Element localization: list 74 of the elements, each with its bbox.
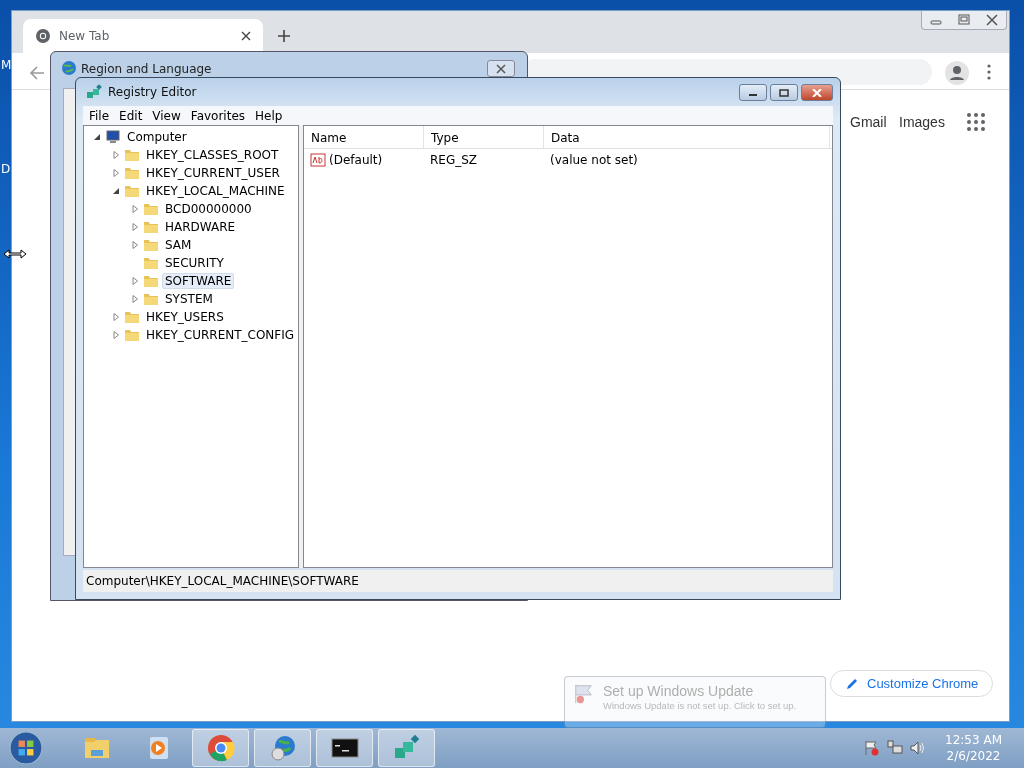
taskbar-button[interactable] — [316, 729, 373, 767]
cubes-icon — [86, 84, 102, 100]
close-button[interactable] — [487, 60, 515, 77]
close-button[interactable] — [801, 84, 833, 101]
apps-grid-icon[interactable] — [967, 113, 985, 131]
close-icon — [496, 63, 506, 74]
menu-item[interactable]: Help — [255, 108, 283, 123]
chrome-logo-icon — [35, 28, 51, 44]
tree-item[interactable]: SOFTWARE — [162, 273, 235, 289]
expander-icon[interactable] — [93, 133, 101, 141]
minimize-button[interactable] — [739, 84, 767, 101]
folder-icon — [124, 309, 140, 325]
tree-item[interactable]: Computer — [124, 129, 190, 145]
tree-item[interactable]: HKEY_CURRENT_USER — [143, 165, 283, 181]
back-arrow-icon[interactable] — [29, 65, 45, 81]
globe-clock-icon — [268, 734, 297, 762]
folder-icon — [143, 273, 159, 289]
tree-item[interactable]: HKEY_LOCAL_MACHINE — [143, 183, 288, 199]
new-tab-icon[interactable] — [278, 30, 290, 42]
customize-chrome-button[interactable]: Customize Chrome — [830, 670, 994, 697]
close-icon — [812, 88, 822, 97]
menu-item[interactable]: Edit — [119, 108, 143, 123]
column-header[interactable]: Data — [544, 126, 830, 148]
tree-item[interactable]: HKEY_USERS — [143, 309, 227, 325]
menu-item[interactable]: Favorites — [190, 108, 246, 123]
flag-icon[interactable] — [864, 740, 881, 756]
menu-icon[interactable] — [987, 64, 991, 80]
menu-item[interactable]: File — [89, 108, 110, 123]
column-header[interactable]: Type — [424, 126, 544, 148]
maximize-button[interactable] — [770, 84, 798, 101]
gmail-link[interactable]: Gmail — [850, 114, 887, 130]
table-cell-text: REG_SZ — [429, 153, 479, 167]
status-bar: Computer\HKEY_LOCAL_MACHINE\SOFTWARE — [83, 570, 833, 592]
tree-item[interactable]: SECURITY — [162, 255, 227, 271]
folder-icon — [124, 183, 140, 199]
tree-item[interactable]: BCD00000000 — [162, 201, 255, 217]
maximize-icon — [779, 88, 789, 97]
folder-icon — [143, 219, 159, 235]
column-header[interactable]: Name — [304, 126, 424, 148]
string-value-icon — [310, 152, 326, 168]
pencil-icon — [845, 676, 859, 691]
desktop-icon-label: D — [1, 162, 11, 176]
notification-message: Windows Update is not set up. Click to set up. — [603, 700, 797, 711]
folder-icon — [124, 327, 140, 343]
network-icon[interactable] — [887, 740, 904, 756]
folder-icon — [143, 291, 159, 307]
tree-item[interactable]: SYSTEM — [162, 291, 216, 307]
images-link[interactable]: Images — [899, 114, 945, 130]
expander-icon[interactable] — [112, 187, 120, 195]
folder-icon — [124, 165, 140, 181]
window-title: Region and Language — [81, 62, 212, 76]
tree-item[interactable]: HKEY_CURRENT_CONFIG — [143, 327, 298, 343]
volume-icon[interactable] — [910, 740, 927, 756]
folder-icon — [143, 237, 159, 253]
tree-item[interactable]: SAM — [162, 237, 195, 253]
desktop-icon-label: M — [1, 58, 12, 72]
window-title: Registry Editor — [108, 85, 198, 99]
globe-icon — [61, 60, 77, 76]
close-icon[interactable] — [241, 31, 251, 41]
folder-icon — [143, 255, 159, 271]
browser-tab[interactable]: New Tab — [23, 19, 263, 53]
tree-item[interactable]: HARDWARE — [162, 219, 239, 235]
folder-icon — [143, 201, 159, 217]
tree-item[interactable]: HKEY_CLASSES_ROOT — [143, 147, 282, 163]
notification-title: Set up Windows Update — [603, 683, 755, 699]
table-cell: (Default) — [329, 153, 383, 167]
start-button[interactable] — [9, 731, 43, 765]
table-cell-text: (value not set) — [549, 153, 639, 167]
profile-icon[interactable] — [945, 61, 969, 85]
menu-item[interactable]: View — [152, 108, 181, 123]
flag-icon — [573, 683, 595, 705]
chrome-logo-icon — [206, 734, 235, 762]
computer-icon — [105, 129, 121, 145]
folder-icon — [124, 147, 140, 163]
